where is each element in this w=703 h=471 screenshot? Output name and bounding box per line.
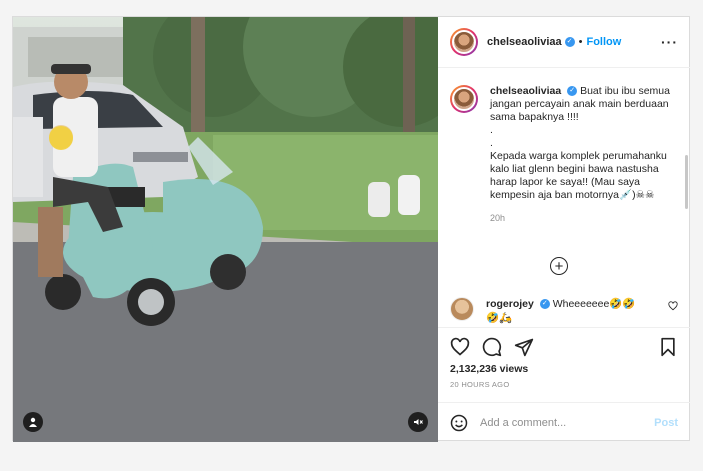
verified-badge-icon: ✓ (567, 86, 578, 97)
like-comment-icon[interactable] (668, 301, 678, 311)
emoji-icon[interactable] (450, 414, 468, 432)
post-header: chelseaoliviaa ✓ • Follow ··· (438, 17, 690, 68)
caption-username[interactable]: chelseaoliviaa (490, 85, 561, 97)
view-count[interactable]: 2,132,236 views (438, 357, 690, 375)
caption: chelseaoliviaa ✓ Buat ibu ibu semua jang… (438, 69, 690, 225)
tagged-users-icon[interactable] (23, 412, 43, 432)
comment-input[interactable]: Add a comment... (480, 417, 566, 429)
more-options-icon[interactable]: ··· (661, 34, 678, 50)
save-icon[interactable] (658, 337, 678, 357)
post-sidebar: chelseaoliviaa ✓ • Follow ··· chelseaoli… (438, 17, 690, 442)
post-timestamp[interactable]: 20 HOURS AGO (438, 375, 690, 389)
avatar[interactable] (450, 28, 478, 56)
comment-avatar[interactable] (450, 297, 474, 321)
separator-dot: • (578, 36, 583, 48)
caption-line: . (490, 137, 493, 149)
mute-icon[interactable] (408, 412, 428, 432)
comment-icon[interactable] (482, 337, 502, 357)
scrollbar[interactable] (685, 155, 688, 209)
verified-badge-icon: ✓ (539, 299, 550, 310)
video-frame (13, 17, 438, 442)
comment-username[interactable]: rogerojey (486, 298, 534, 310)
post-video[interactable] (13, 17, 438, 442)
post-comment-button[interactable]: Post (654, 417, 678, 429)
caption-line: Kepada warga komplek perumahanku kalo li… (490, 150, 667, 201)
comment-composer: Add a comment... Post (438, 402, 690, 442)
caption-time[interactable]: 20h (490, 212, 670, 225)
caption-body: chelseaoliviaa ✓ Buat ibu ibu semua jang… (490, 85, 670, 225)
post-username[interactable]: chelseaoliviaa (487, 36, 562, 48)
action-bar: 2,132,236 views 20 HOURS AGO (438, 327, 690, 389)
comments-section[interactable]: chelseaoliviaa ✓ Buat ibu ibu semua jang… (438, 69, 690, 327)
comment-item: rogerojey ✓ Wheeeeeee🤣🤣 🤣🛵 (450, 297, 678, 325)
load-more-comments-icon[interactable]: + (550, 257, 568, 275)
post-modal: chelseaoliviaa ✓ • Follow ··· chelseaoli… (12, 16, 690, 442)
verified-badge-icon: ✓ (564, 37, 575, 47)
like-icon[interactable] (450, 337, 470, 357)
comment-body: rogerojey ✓ Wheeeeeee🤣🤣 🤣🛵 (486, 297, 651, 325)
follow-button[interactable]: Follow (586, 36, 621, 48)
share-icon[interactable] (514, 337, 534, 357)
caption-avatar[interactable] (450, 85, 478, 113)
caption-line: . (490, 124, 493, 136)
